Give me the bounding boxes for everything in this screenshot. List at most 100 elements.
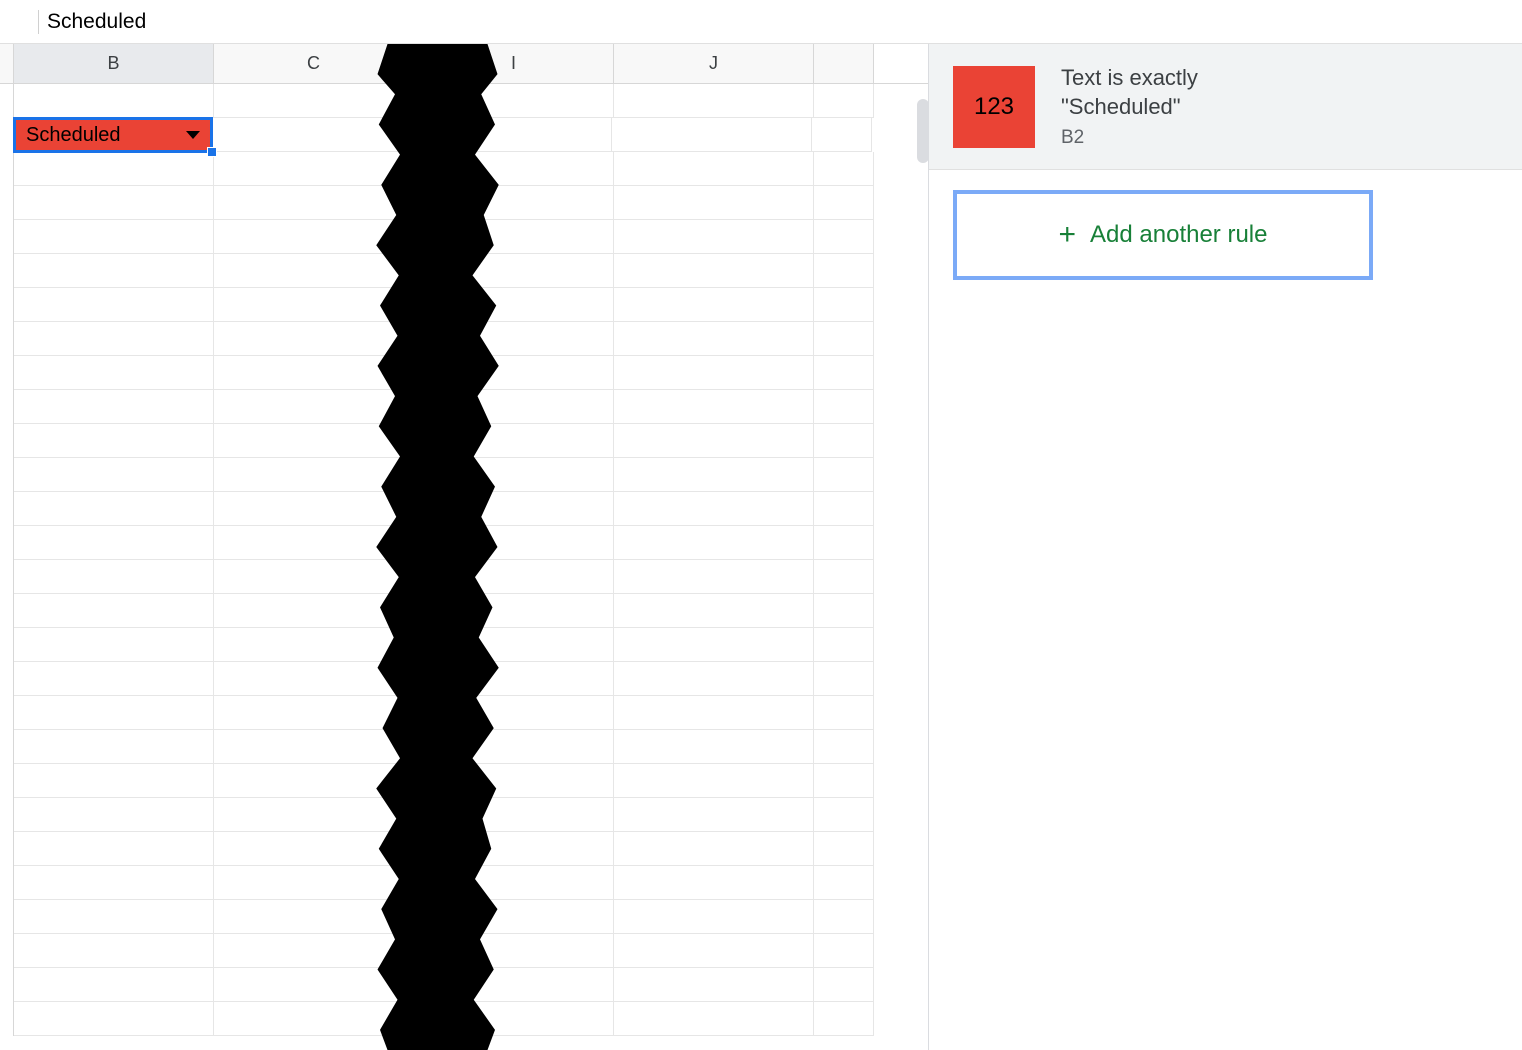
grid-cell[interactable] xyxy=(14,390,214,424)
grid-cell[interactable] xyxy=(214,560,414,594)
grid-cell[interactable] xyxy=(14,662,214,696)
format-rule-item[interactable]: 123 Text is exactly "Scheduled" B2 xyxy=(929,44,1522,170)
grid-cell[interactable] xyxy=(614,764,814,798)
grid-cell[interactable] xyxy=(814,1002,874,1036)
grid-cell[interactable] xyxy=(14,900,214,934)
grid-cell[interactable] xyxy=(614,84,814,118)
grid-cell[interactable] xyxy=(814,594,874,628)
grid-cell[interactable] xyxy=(614,526,814,560)
grid-cell[interactable] xyxy=(614,186,814,220)
grid-cell[interactable] xyxy=(814,458,874,492)
grid-cell[interactable] xyxy=(14,696,214,730)
grid-cell[interactable] xyxy=(14,84,214,118)
grid-cell[interactable] xyxy=(614,696,814,730)
grid-cell[interactable] xyxy=(814,730,874,764)
grid-cell[interactable] xyxy=(814,628,874,662)
grid-cell[interactable] xyxy=(614,254,814,288)
grid-cell[interactable] xyxy=(614,288,814,322)
grid-cell[interactable] xyxy=(612,118,812,152)
grid-cell[interactable] xyxy=(214,730,414,764)
grid-cell[interactable] xyxy=(814,968,874,1002)
grid-cell[interactable] xyxy=(814,832,874,866)
grid-cell[interactable] xyxy=(614,900,814,934)
grid-cell[interactable] xyxy=(14,424,214,458)
grid-cell[interactable] xyxy=(14,288,214,322)
grid-cell[interactable] xyxy=(814,798,874,832)
grid-cell[interactable] xyxy=(14,526,214,560)
grid-cell[interactable] xyxy=(814,900,874,934)
grid-cell[interactable] xyxy=(814,696,874,730)
grid-cell[interactable] xyxy=(814,84,874,118)
grid-cell[interactable] xyxy=(614,934,814,968)
grid-cell[interactable] xyxy=(814,288,874,322)
grid-cell[interactable] xyxy=(14,594,214,628)
grid-cell[interactable] xyxy=(614,152,814,186)
grid-cell[interactable] xyxy=(214,186,414,220)
dropdown-caret-icon[interactable] xyxy=(186,131,200,139)
grid-cell[interactable] xyxy=(14,458,214,492)
grid-cell[interactable] xyxy=(814,764,874,798)
grid-cell[interactable] xyxy=(14,186,214,220)
column-header-j[interactable]: J xyxy=(614,44,814,83)
grid-cell[interactable] xyxy=(614,492,814,526)
grid-cell[interactable] xyxy=(814,152,874,186)
grid-cell[interactable] xyxy=(14,866,214,900)
grid-cell[interactable] xyxy=(14,832,214,866)
grid-cell[interactable] xyxy=(814,186,874,220)
formula-bar[interactable]: Scheduled xyxy=(0,0,1522,44)
grid-cell[interactable] xyxy=(14,356,214,390)
grid-cell[interactable] xyxy=(614,730,814,764)
scrollbar-thumb[interactable] xyxy=(917,99,929,163)
selected-cell-b2[interactable]: Scheduled xyxy=(13,117,213,153)
grid-cell[interactable] xyxy=(814,254,874,288)
grid-cell[interactable] xyxy=(614,798,814,832)
grid-cell[interactable] xyxy=(814,662,874,696)
grid-cell[interactable] xyxy=(812,118,872,152)
grid-cell[interactable] xyxy=(814,424,874,458)
grid-cell[interactable] xyxy=(14,152,214,186)
grid-cell[interactable] xyxy=(214,492,414,526)
column-header-partial[interactable] xyxy=(814,44,874,83)
grid-cell[interactable] xyxy=(14,220,214,254)
grid-cell[interactable] xyxy=(14,492,214,526)
grid-cell[interactable] xyxy=(14,322,214,356)
grid-cell[interactable] xyxy=(814,866,874,900)
grid-cell[interactable] xyxy=(214,322,414,356)
grid-cell[interactable] xyxy=(14,764,214,798)
grid-cell[interactable] xyxy=(614,628,814,662)
grid-cell[interactable] xyxy=(614,458,814,492)
grid-cell[interactable] xyxy=(814,220,874,254)
grid-cell[interactable] xyxy=(614,968,814,1002)
grid-cell[interactable] xyxy=(214,696,414,730)
grid-cell[interactable] xyxy=(814,560,874,594)
grid-cell[interactable] xyxy=(14,254,214,288)
grid-cell[interactable] xyxy=(614,594,814,628)
grid-cell[interactable] xyxy=(614,322,814,356)
grid-cell[interactable] xyxy=(14,934,214,968)
grid-cell[interactable] xyxy=(614,424,814,458)
grid-cell[interactable] xyxy=(814,492,874,526)
grid-cell[interactable] xyxy=(614,356,814,390)
grid-cell[interactable] xyxy=(814,322,874,356)
add-another-rule-button[interactable]: + Add another rule xyxy=(953,190,1373,280)
column-header-b[interactable]: B xyxy=(14,44,214,83)
grid-cell[interactable] xyxy=(814,526,874,560)
selection-handle[interactable] xyxy=(207,147,217,157)
grid-cell[interactable] xyxy=(14,560,214,594)
grid-cell[interactable] xyxy=(14,628,214,662)
grid-cell[interactable] xyxy=(814,934,874,968)
grid-cell[interactable] xyxy=(614,390,814,424)
grid-cell[interactable] xyxy=(614,220,814,254)
grid-cell[interactable] xyxy=(214,254,414,288)
grid-cell[interactable] xyxy=(14,798,214,832)
grid-cell[interactable] xyxy=(614,832,814,866)
grid-cell[interactable] xyxy=(614,560,814,594)
grid-cell[interactable] xyxy=(14,1002,214,1036)
grid-cell[interactable] xyxy=(614,866,814,900)
grid-cell[interactable] xyxy=(814,390,874,424)
grid-cell[interactable] xyxy=(214,866,414,900)
grid-cell[interactable] xyxy=(214,798,414,832)
grid-cell[interactable] xyxy=(14,968,214,1002)
grid-cell[interactable] xyxy=(214,84,414,118)
grid-cell[interactable] xyxy=(614,662,814,696)
